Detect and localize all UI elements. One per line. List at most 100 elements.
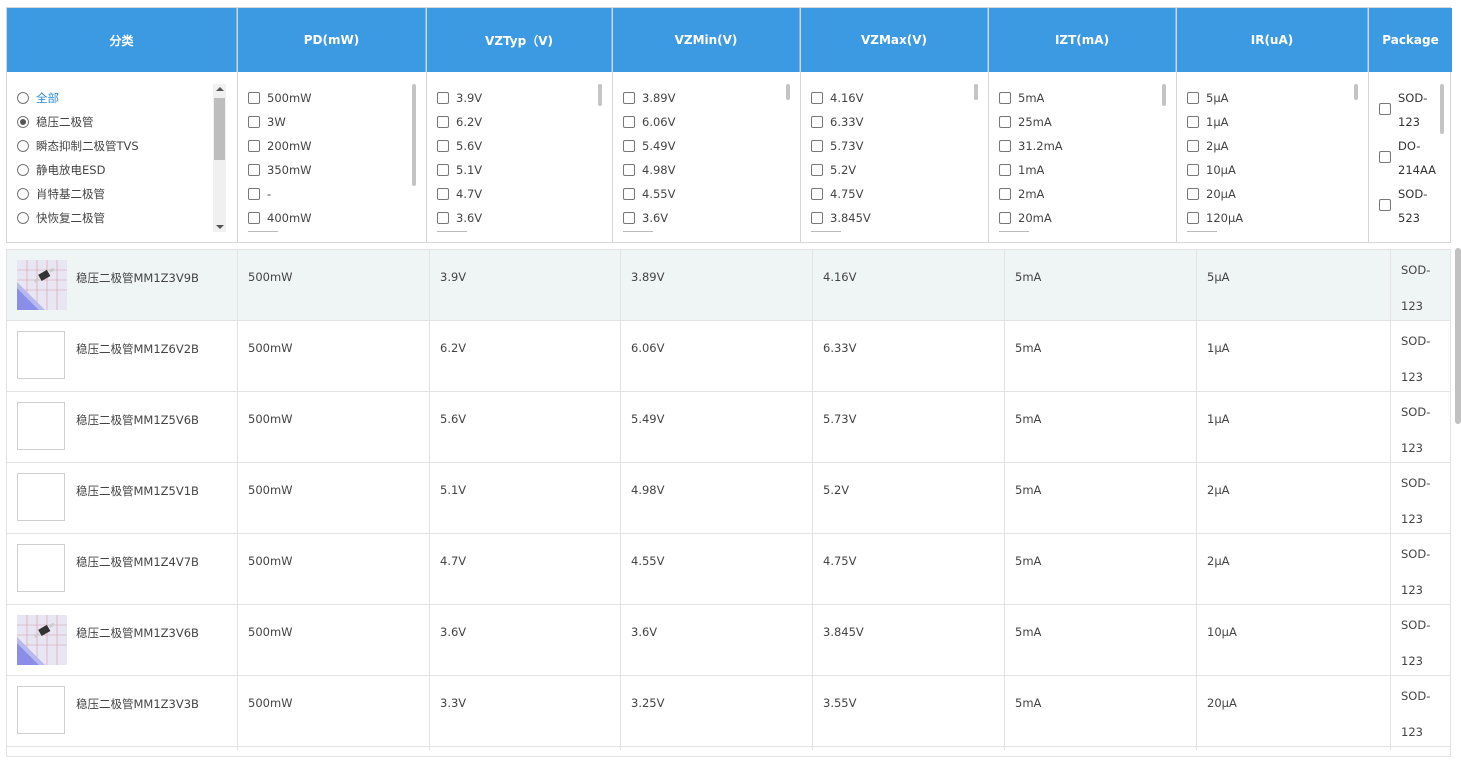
product-thumbnail[interactable] xyxy=(17,473,65,521)
filter-option-vztyp[interactable]: 5.6V xyxy=(437,134,612,158)
filter-option-ir[interactable]: 20μA xyxy=(1187,182,1368,206)
product-name[interactable]: 稳压二极管MM1Z6V2B xyxy=(76,331,199,357)
scroll-thumb[interactable] xyxy=(974,84,978,100)
checkbox[interactable] xyxy=(437,92,449,104)
product-cell[interactable]: 稳压二极管MM1Z5V1B xyxy=(7,463,238,537)
checkbox[interactable] xyxy=(1187,164,1199,176)
filter-option-izt[interactable]: 1mA xyxy=(999,158,1176,182)
scroll-thumb[interactable] xyxy=(1162,84,1166,106)
category-option[interactable]: 瞬态抑制二极管TVS xyxy=(17,134,237,158)
category-option[interactable]: 肖特基二极管 xyxy=(17,182,237,206)
checkbox[interactable] xyxy=(437,212,449,224)
page-scrollbar-thumb[interactable] xyxy=(1455,248,1461,424)
checkbox[interactable] xyxy=(999,140,1011,152)
table-row[interactable]: 稳压二极管MM1Z3V6B 500mW 3.6V 3.6V 3.845V 5mA 10μA S… xyxy=(7,605,1450,679)
filter-option-pd[interactable]: 3W xyxy=(248,110,426,134)
product-thumbnail[interactable] xyxy=(17,402,65,450)
filter-option-package[interactable]: DO- 214AA xyxy=(1379,134,1452,182)
checkbox[interactable] xyxy=(811,140,823,152)
product-name[interactable]: 稳压二极管MM1Z3V9B xyxy=(76,260,199,286)
category-option[interactable]: 静电放电ESD xyxy=(17,158,237,182)
checkbox[interactable] xyxy=(1379,151,1391,163)
checkbox[interactable] xyxy=(1187,188,1199,200)
filter-option-vztyp[interactable]: 4.7V xyxy=(437,182,612,206)
checkbox[interactable] xyxy=(1187,116,1199,128)
checkbox[interactable] xyxy=(811,116,823,128)
checkbox[interactable] xyxy=(999,164,1011,176)
filter-option-vzmax[interactable]: 4.16V xyxy=(811,86,988,110)
checkbox[interactable] xyxy=(248,140,260,152)
checkbox[interactable] xyxy=(437,140,449,152)
checkbox[interactable] xyxy=(248,188,260,200)
checkbox[interactable] xyxy=(623,188,635,200)
product-cell[interactable]: 稳压二极管MM1Z5V6B xyxy=(7,392,238,466)
checkbox[interactable] xyxy=(811,92,823,104)
scroll-down-icon[interactable] xyxy=(216,225,224,229)
product-name[interactable]: 稳压二极管MM1Z3V6B xyxy=(76,615,199,641)
filter-option-pd[interactable]: 200mW xyxy=(248,134,426,158)
radio-button[interactable] xyxy=(17,212,29,224)
category-option[interactable]: 稳压二极管 xyxy=(17,110,237,134)
table-row[interactable]: 稳压二极管MM1Z4V7B 500mW 4.7V 4.55V 4.75V 5mA 2μA SO… xyxy=(7,534,1450,608)
filter-option-vztyp[interactable]: 3.6V xyxy=(437,206,612,230)
checkbox[interactable] xyxy=(1379,199,1391,211)
checkbox[interactable] xyxy=(248,212,260,224)
checkbox[interactable] xyxy=(999,116,1011,128)
filter-option-vzmax[interactable]: 3.845V xyxy=(811,206,988,230)
filter-option-ir[interactable]: 5μA xyxy=(1187,86,1368,110)
filter-option-vzmax[interactable]: 4.75V xyxy=(811,182,988,206)
checkbox[interactable] xyxy=(437,116,449,128)
scroll-up-icon[interactable] xyxy=(216,87,224,91)
filter-option-izt[interactable]: 25mA xyxy=(999,110,1176,134)
scroll-thumb[interactable] xyxy=(598,84,602,106)
product-thumbnail[interactable] xyxy=(17,544,65,592)
product-thumbnail[interactable] xyxy=(17,615,67,665)
filter-option-vzmin[interactable]: 3.6V xyxy=(623,206,800,230)
filter-option-izt[interactable]: 31.2mA xyxy=(999,134,1176,158)
product-cell[interactable]: 稳压二极管MM1Z4V7B xyxy=(7,534,238,608)
filter-option-vzmax[interactable]: 6.33V xyxy=(811,110,988,134)
checkbox[interactable] xyxy=(623,212,635,224)
product-name[interactable]: 稳压二极管MM1Z3V3B xyxy=(76,686,199,712)
table-row[interactable]: 稳压二极管MM1Z5V6B 500mW 5.6V 5.49V 5.73V 5mA 1μA SO… xyxy=(7,392,1450,466)
filter-option-ir[interactable]: 2μA xyxy=(1187,134,1368,158)
filter-option-vzmin[interactable]: 4.55V xyxy=(623,182,800,206)
checkbox[interactable] xyxy=(811,212,823,224)
checkbox[interactable] xyxy=(1187,140,1199,152)
product-name[interactable]: 稳压二极管MM1Z5V1B xyxy=(76,473,199,499)
product-cell[interactable]: 稳压二极管MM1Z3V6B xyxy=(7,605,238,679)
filter-option-vzmin[interactable]: 3.89V xyxy=(623,86,800,110)
table-row[interactable]: 稳压二极管MM1Z5V1B 500mW 5.1V 4.98V 5.2V 5mA 2μA SOD… xyxy=(7,463,1450,537)
product-thumbnail[interactable] xyxy=(17,331,65,379)
checkbox[interactable] xyxy=(1379,103,1391,115)
checkbox[interactable] xyxy=(437,188,449,200)
filter-option-izt[interactable]: 2mA xyxy=(999,182,1176,206)
checkbox[interactable] xyxy=(623,92,635,104)
filter-option-vzmax[interactable]: 5.73V xyxy=(811,134,988,158)
checkbox[interactable] xyxy=(623,140,635,152)
category-option[interactable]: 快恢复二极管 xyxy=(17,206,237,230)
checkbox[interactable] xyxy=(1187,92,1199,104)
table-row[interactable]: 稳压二极管MM1Z3V3B 500mW 3.3V 3.25V 3.55V 5mA 20μA S… xyxy=(7,676,1450,750)
filter-option-izt[interactable]: 5mA xyxy=(999,86,1176,110)
checkbox[interactable] xyxy=(248,92,260,104)
radio-button[interactable] xyxy=(17,116,29,128)
product-thumbnail[interactable] xyxy=(17,260,67,310)
product-thumbnail[interactable] xyxy=(17,686,65,734)
radio-button[interactable] xyxy=(17,140,29,152)
scroll-thumb[interactable] xyxy=(1440,84,1444,134)
filter-option-pd[interactable]: - xyxy=(248,182,426,206)
scroll-thumb[interactable] xyxy=(786,84,790,100)
filter-option-vztyp[interactable]: 3.9V xyxy=(437,86,612,110)
checkbox[interactable] xyxy=(811,164,823,176)
scrollbar[interactable] xyxy=(213,84,226,232)
filter-option-vzmin[interactable]: 6.06V xyxy=(623,110,800,134)
checkbox[interactable] xyxy=(623,164,635,176)
filter-option-ir[interactable]: 120μA xyxy=(1187,206,1368,230)
filter-option-vzmin[interactable]: 5.49V xyxy=(623,134,800,158)
category-option[interactable]: 全部 xyxy=(17,86,237,110)
scroll-thumb[interactable] xyxy=(1354,84,1358,100)
product-cell[interactable]: 稳压二极管MM1Z3V3B xyxy=(7,676,238,750)
filter-option-pd[interactable]: 500mW xyxy=(248,86,426,110)
filter-option-vztyp[interactable]: 5.1V xyxy=(437,158,612,182)
